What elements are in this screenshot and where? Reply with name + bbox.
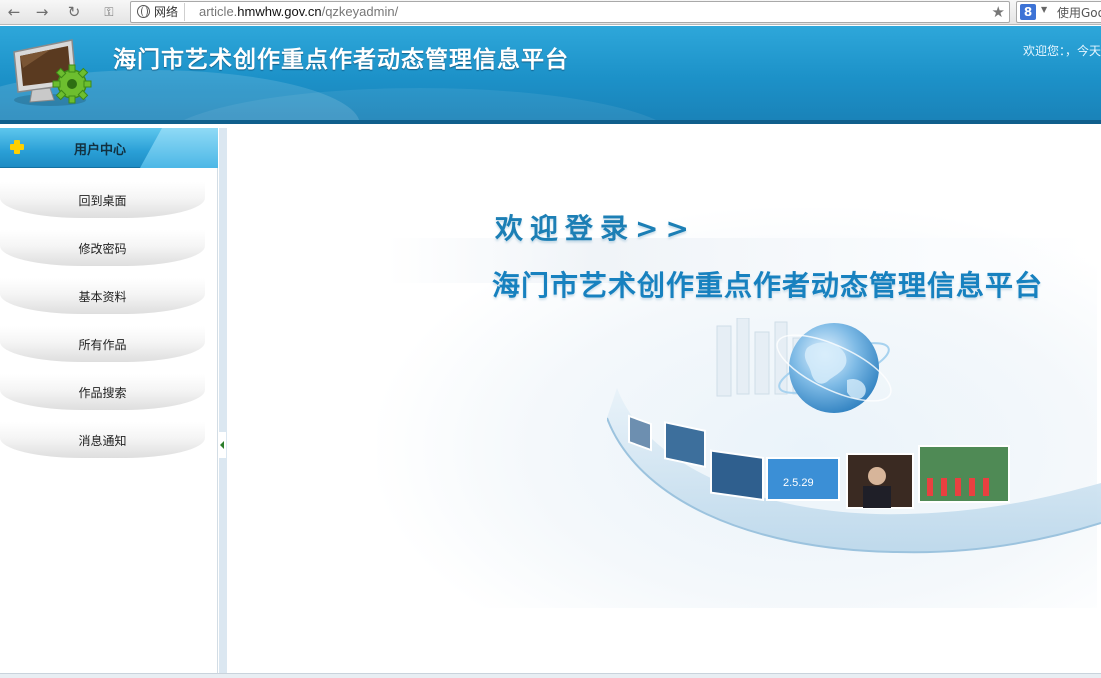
sidebar-item-desktop[interactable]: 回到桌面 — [0, 178, 218, 218]
sidebar-item-label: 消息通知 — [78, 434, 127, 448]
welcome-heading: 欢迎登录>> — [495, 212, 696, 245]
sidebar-item-profile[interactable]: 基本资料 — [0, 274, 218, 314]
chevron-down-icon[interactable]: ▼ — [1041, 5, 1047, 14]
url-text[interactable]: article.hmwhw.gov.cn/qzkeyadmin/ — [199, 3, 398, 21]
welcome-text: 欢迎您：，今天 — [1022, 44, 1101, 58]
sidebar-header[interactable]: 用户中心 — [0, 128, 218, 168]
main-content: 欢迎登录>> 海门市艺术创作重点作者动态管理信息平台 2.5.29 — [227, 128, 1101, 673]
search-placeholder[interactable]: 使用Goo — [1057, 4, 1101, 21]
computer-gear-logo-icon — [13, 39, 92, 106]
bookmark-star-icon[interactable]: ★ — [992, 2, 1005, 22]
site-title: 海门市艺术创作重点作者动态管理信息平台 — [113, 47, 569, 73]
sidebar-item-label: 修改密码 — [78, 242, 127, 256]
sidebar-collapse-arrow-icon[interactable] — [218, 432, 226, 458]
globe-icon — [137, 5, 150, 18]
search-engine-box[interactable]: 8 ▼ 使用Goo — [1016, 1, 1101, 23]
network-tag[interactable]: 网络 — [134, 3, 186, 21]
sidebar-item-all-works[interactable]: 所有作品 — [0, 322, 218, 362]
key-icon[interactable]: ⚿ — [98, 3, 120, 21]
sidebar-item-change-password[interactable]: 修改密码 — [0, 226, 218, 266]
url-path: /qzkeyadmin/ — [321, 4, 399, 19]
browser-toolbar: ← → ↻ ⚿ 网络 article.hmwhw.gov.cn/qzkeyadm… — [0, 0, 1101, 25]
film-strip-globe-illustration: 2.5.29 — [607, 318, 1101, 554]
sidebar-item-notifications[interactable]: 消息通知 — [0, 418, 218, 458]
plus-icon[interactable] — [10, 140, 24, 154]
search-engine-icon[interactable]: 8 — [1020, 4, 1036, 20]
sidebar-item-label: 基本资料 — [78, 290, 127, 304]
banner-bottom-border — [0, 120, 1101, 124]
header-banner: 海门市艺术创作重点作者动态管理信息平台 欢迎您：，今天 — [0, 26, 1101, 122]
bottom-border — [0, 673, 1101, 678]
platform-title: 海门市艺术创作重点作者动态管理信息平台 — [492, 269, 1044, 302]
sidebar-item-work-search[interactable]: 作品搜索 — [0, 370, 218, 410]
sidebar-item-label: 回到桌面 — [78, 194, 127, 208]
back-arrow-icon[interactable]: ← — [4, 3, 24, 21]
url-prefix: article. — [199, 4, 238, 19]
url-domain: hmwhw.gov.cn — [237, 4, 322, 19]
reload-icon[interactable]: ↻ — [64, 3, 84, 21]
sidebar-section-title: 用户中心 — [74, 143, 127, 158]
sidebar-item-label: 所有作品 — [78, 338, 127, 352]
address-bar[interactable]: 网络 article.hmwhw.gov.cn/qzkeyadmin/ ★ — [130, 1, 1010, 23]
photo-caption: 2.5.29 — [783, 477, 814, 489]
sidebar: 用户中心 回到桌面 修改密码 基本资料 所有作品 作品搜索 消息通知 — [0, 128, 218, 673]
forward-arrow-icon[interactable]: → — [32, 3, 52, 21]
network-tag-label: 网络 — [154, 5, 179, 19]
sidebar-divider — [219, 128, 227, 673]
sidebar-item-label: 作品搜索 — [78, 386, 127, 400]
sidebar-header-decoration — [140, 128, 218, 168]
